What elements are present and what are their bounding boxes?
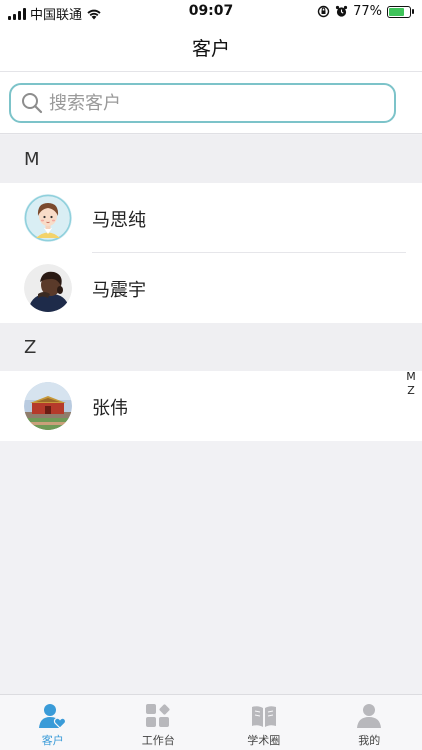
contact-list: M 马思纯 马震宇 Z 张伟 <box>0 135 422 441</box>
alphabet-index[interactable]: M Z <box>404 370 418 398</box>
landscape-photo-avatar <box>24 382 72 430</box>
tab-label: 客户 <box>41 734 64 747</box>
status-right: 77% <box>317 4 414 19</box>
index-letter-m[interactable]: M <box>406 370 416 384</box>
status-bar: 中国联通 09:07 77% <box>0 0 422 24</box>
alarm-icon <box>335 5 348 17</box>
tab-label: 工作台 <box>141 734 175 747</box>
tab-label: 学术圈 <box>247 734 281 747</box>
contact-row[interactable]: 张伟 <box>0 371 422 441</box>
battery-icon <box>387 5 414 18</box>
tab-academic[interactable]: 学术圈 <box>211 695 317 750</box>
tab-label: 我的 <box>358 734 381 747</box>
contact-name: 马思纯 <box>92 210 146 231</box>
battery-percent: 77% <box>353 4 382 19</box>
cartoon-girl-avatar <box>24 194 72 242</box>
search-box[interactable] <box>9 83 396 123</box>
search-input[interactable] <box>49 92 369 114</box>
photo-person-avatar <box>24 264 72 312</box>
workbench-icon <box>146 704 170 727</box>
search-icon <box>22 93 43 114</box>
orientation-lock-icon <box>317 5 330 18</box>
contact-name: 马震宇 <box>92 280 146 301</box>
section-header-z: Z <box>0 323 422 371</box>
tab-customer[interactable]: 客户 <box>0 695 106 750</box>
index-letter-z[interactable]: Z <box>407 384 415 398</box>
tab-mine[interactable]: 我的 <box>317 695 422 750</box>
page-title: 客户 <box>191 38 230 60</box>
customer-icon <box>38 704 66 729</box>
tab-workbench[interactable]: 工作台 <box>106 695 212 750</box>
contact-name: 张伟 <box>92 398 128 419</box>
nav-bar: 客户 <box>0 24 422 72</box>
contact-row[interactable]: 马思纯 <box>0 183 422 253</box>
book-icon <box>251 706 276 727</box>
tab-bar: 客户 工作台 学术圈 我的 <box>0 694 422 750</box>
profile-icon <box>357 704 382 728</box>
search-section <box>0 72 422 134</box>
section-header-m: M <box>0 135 422 183</box>
contact-row[interactable]: 马震宇 <box>0 253 422 323</box>
